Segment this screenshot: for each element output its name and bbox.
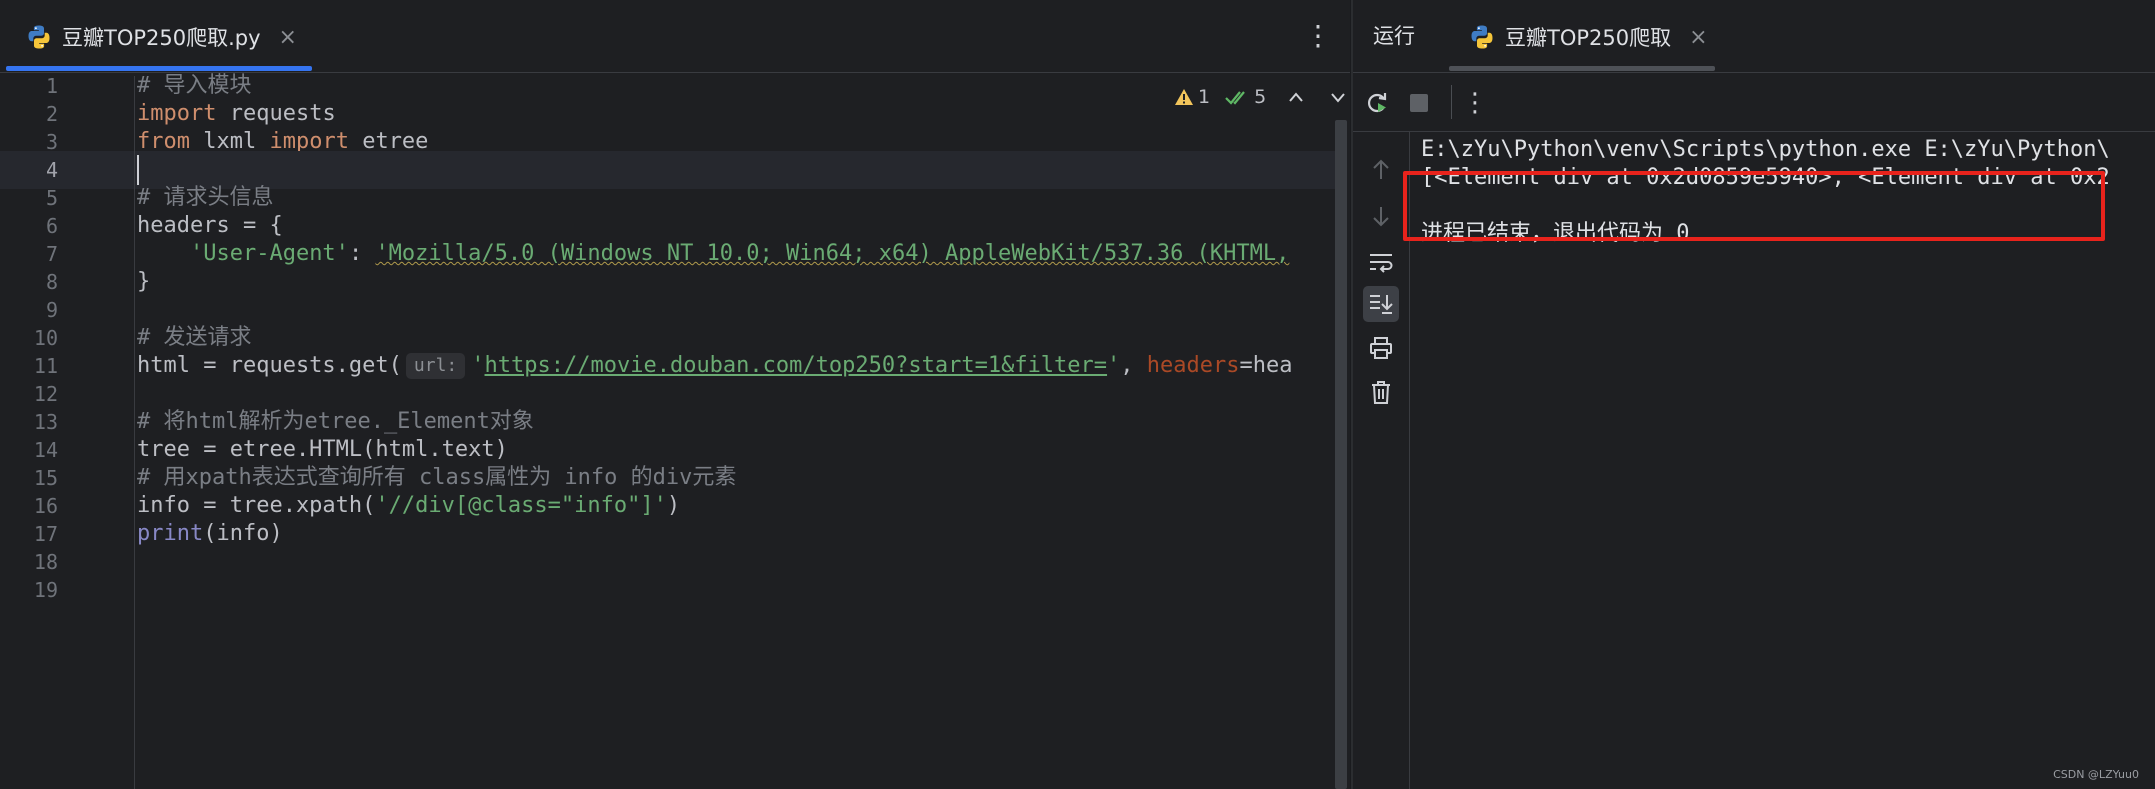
scroll-up-icon[interactable] [1363,152,1399,188]
next-highlight-icon[interactable] [1330,86,1350,108]
more-options-icon[interactable]: ⋮ [1304,16,1332,56]
double-check-icon [1225,91,1245,105]
scroll-down-icon[interactable] [1363,198,1399,234]
editor-pane: 豆瓣TOP250爬取.py × ⋮ 1 # 导入模块 2 import request… [0,0,1350,789]
run-tab-bar: 运行 豆瓣TOP250爬取 × [1353,0,2155,73]
python-file-icon [1471,25,1493,49]
inspection-widget[interactable]: 1 5 [1174,82,1350,112]
console-line: 进程已结束，退出代码为 0 [1421,221,1690,246]
close-icon[interactable]: × [1689,25,1707,50]
editor-tab[interactable]: 豆瓣TOP250爬取.py × [26,20,297,54]
more-options-icon[interactable]: ⋮ [1459,87,1491,119]
run-tab-label: 豆瓣TOP250爬取 [1505,26,1672,50]
warning-icon [1175,89,1193,105]
run-toolbar: ⋮ [1353,73,2155,132]
python-file-icon [28,25,50,49]
console-output[interactable]: E:\zYu\Python\venv\Scripts\python.exe E:… [1409,132,2155,789]
active-tab-indicator [1449,66,1715,71]
close-icon[interactable]: × [279,25,297,50]
print-icon[interactable] [1363,330,1399,366]
console-line: [<Element div at 0x2d0859e5940>, <Elemen… [1421,165,2110,190]
checks-count: 5 [1254,86,1267,108]
soft-wrap-icon[interactable] [1363,244,1399,280]
watermark: CSDN @LZYuu0 [2053,768,2139,781]
run-title: 运行 [1373,24,1415,48]
scroll-to-end-icon[interactable] [1363,286,1399,322]
previous-highlight-icon[interactable] [1288,86,1308,108]
checks-indicator[interactable]: 5 [1224,86,1266,108]
editor-tab-bar: 豆瓣TOP250爬取.py × ⋮ [0,0,1350,73]
line-number: 19 [33,578,58,602]
editor-scrollbar[interactable] [1335,120,1347,789]
console-side-toolbar [1353,132,1410,789]
warnings-indicator[interactable]: 1 [1174,86,1210,108]
gutter-divider [134,76,135,789]
warnings-count: 1 [1198,86,1211,108]
stop-icon[interactable] [1403,87,1435,119]
code-editor[interactable]: 1 # 导入模块 2 import requests 3 from lxml import… [0,73,1335,789]
rerun-icon[interactable] [1361,87,1393,119]
run-tool-window: 运行 豆瓣TOP250爬取 × ⋮ E:\zYu\Python\venv\Scr… [1353,0,2155,789]
run-config-tab[interactable]: 豆瓣TOP250爬取 × [1469,20,1708,54]
trash-icon[interactable] [1363,374,1399,410]
code-line[interactable]: 19 [0,571,1335,609]
toolbar-separator [1451,85,1452,119]
editor-tab-label: 豆瓣TOP250爬取.py [62,26,261,50]
